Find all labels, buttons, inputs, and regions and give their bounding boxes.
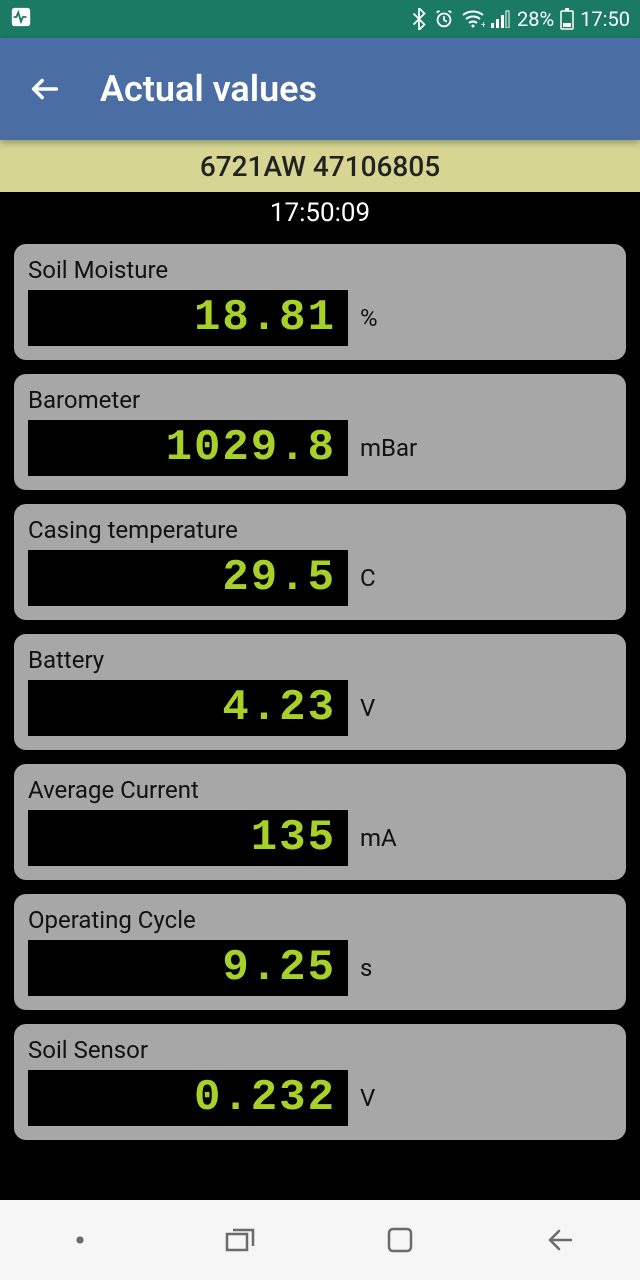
- reading-card: Average Current 135 mA: [14, 764, 626, 880]
- nav-recents-button[interactable]: [180, 1226, 300, 1254]
- reading-value: 9.25: [28, 940, 348, 996]
- reading-card: Battery 4.23 V: [14, 634, 626, 750]
- wifi-icon: +: [461, 9, 485, 29]
- reading-unit: mBar: [360, 434, 417, 462]
- reading-value: 29.5: [28, 550, 348, 606]
- app-bar: Actual values: [0, 38, 640, 140]
- reading-unit: V: [360, 1084, 375, 1112]
- reading-unit: V: [360, 694, 375, 722]
- reading-label: Operating Cycle: [28, 906, 612, 934]
- device-banner: 6721AW 47106805: [0, 140, 640, 192]
- status-clock: 17:50: [580, 7, 630, 31]
- reading-unit: mA: [360, 824, 397, 852]
- reading-unit: s: [360, 954, 372, 982]
- page-title: Actual values: [100, 68, 317, 110]
- reading-label: Average Current: [28, 776, 612, 804]
- reading-value: 4.23: [28, 680, 348, 736]
- timestamp: 17:50:09: [0, 192, 640, 234]
- status-bar: + 28% 17:50: [0, 0, 640, 38]
- reading-card: Operating Cycle 9.25 s: [14, 894, 626, 1010]
- reading-label: Battery: [28, 646, 612, 674]
- reading-value: 1029.8: [28, 420, 348, 476]
- battery-percent: 28%: [517, 7, 554, 31]
- signal-icon: [491, 10, 511, 28]
- reading-label: Barometer: [28, 386, 612, 414]
- reading-label: Soil Moisture: [28, 256, 612, 284]
- alarm-icon: [433, 8, 455, 30]
- reading-card: Casing temperature 29.5 C: [14, 504, 626, 620]
- readings-list[interactable]: Soil Moisture 18.81 % Barometer 1029.8 m…: [0, 234, 640, 1200]
- reading-card: Soil Sensor 0.232 V: [14, 1024, 626, 1140]
- bluetooth-icon: [411, 8, 427, 30]
- reading-label: Soil Sensor: [28, 1036, 612, 1064]
- system-nav-bar: [0, 1200, 640, 1280]
- recents-icon: [223, 1226, 257, 1254]
- reading-unit: %: [360, 304, 378, 332]
- battery-icon: [560, 8, 574, 30]
- reading-value: 18.81: [28, 290, 348, 346]
- reading-value: 135: [28, 810, 348, 866]
- nav-back-button[interactable]: [500, 1227, 620, 1253]
- home-icon: [385, 1225, 415, 1255]
- back-icon: [545, 1227, 575, 1253]
- reading-value: 0.232: [28, 1070, 348, 1126]
- activity-icon: [10, 6, 32, 28]
- reading-card: Soil Moisture 18.81 %: [14, 244, 626, 360]
- svg-text:+: +: [481, 21, 485, 29]
- nav-home-button[interactable]: [340, 1225, 460, 1255]
- reading-label: Casing temperature: [28, 516, 612, 544]
- back-button[interactable]: [20, 72, 70, 106]
- arrow-left-icon: [28, 72, 62, 106]
- nav-menu-button[interactable]: [20, 1234, 140, 1246]
- reading-card: Barometer 1029.8 mBar: [14, 374, 626, 490]
- reading-unit: C: [360, 564, 376, 592]
- dot-icon: [74, 1234, 86, 1246]
